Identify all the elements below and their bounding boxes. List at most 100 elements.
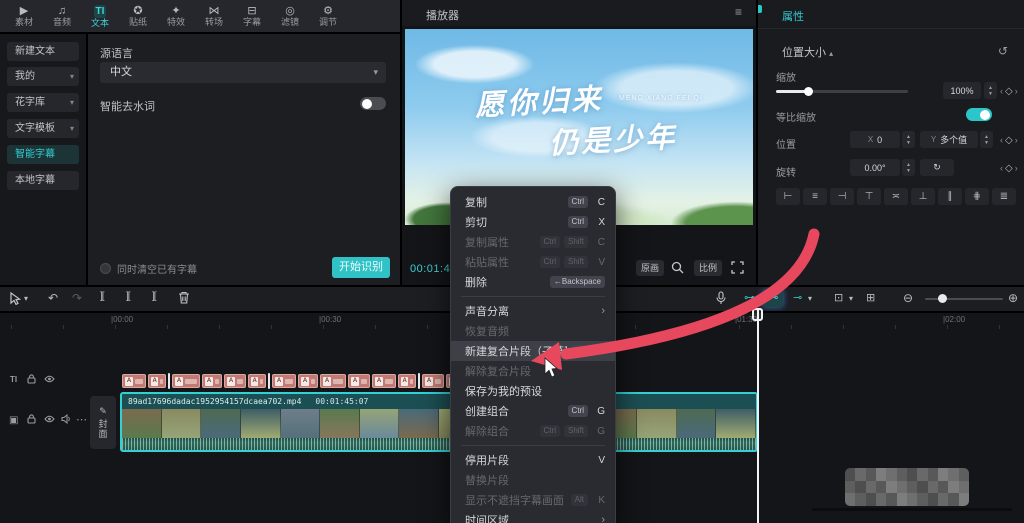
lock-icon[interactable] xyxy=(27,374,36,384)
align-center-v-icon[interactable]: ≍ xyxy=(884,188,908,205)
sidebar-item-local-captions[interactable]: 本地字幕 xyxy=(7,171,79,190)
redo-icon[interactable]: ↷ xyxy=(72,291,82,305)
tab-text[interactable]: TI 文本 xyxy=(82,1,118,31)
tab-effects[interactable]: ✦ 特效 xyxy=(158,1,194,31)
scale-keyframe[interactable]: ‹◇› xyxy=(1000,86,1020,97)
menu-item-audio-separation[interactable]: 声音分离 › xyxy=(451,301,615,321)
menu-item-save-preset[interactable]: 保存为我的预设 xyxy=(451,381,615,401)
position-y-stepper[interactable]: ▲ ▼ xyxy=(980,131,993,148)
lock-icon[interactable] xyxy=(27,414,36,424)
subtitle-clip[interactable]: A xyxy=(172,374,200,388)
sidebar-item-text-template[interactable]: 文字模板 ▾ xyxy=(7,119,79,138)
position-keyframe[interactable]: ‹◇› xyxy=(1000,135,1020,146)
smart-filter-toggle[interactable] xyxy=(360,97,386,110)
timeline-zoom-knob[interactable] xyxy=(938,294,947,303)
zoom-in-icon[interactable]: ⊕ xyxy=(1008,291,1018,305)
tab-properties[interactable]: 属性 xyxy=(782,8,804,24)
uniform-scale-toggle[interactable] xyxy=(966,108,992,121)
split-icon[interactable]: ][ xyxy=(100,291,104,302)
menu-item-time-range[interactable]: 时间区域 › xyxy=(451,510,615,523)
subtitle-clip[interactable]: A xyxy=(348,374,370,388)
scale-value[interactable]: 100% xyxy=(943,82,981,99)
cover-button[interactable]: ✎ 封面 xyxy=(90,396,116,449)
rotation-field[interactable]: 0.00° xyxy=(850,159,900,176)
subtitle-clip[interactable]: A xyxy=(422,374,444,388)
rotation-keyframe[interactable]: ‹◇› xyxy=(1000,163,1020,174)
fullscreen-icon[interactable] xyxy=(731,261,744,279)
sidebar-item-fancy-text[interactable]: 花字库 ▾ xyxy=(7,93,79,112)
reset-icon[interactable]: ↺ xyxy=(998,44,1008,58)
menu-item-copy[interactable]: 复制 Ctrl C xyxy=(451,192,615,212)
timeline-zoom-slider[interactable] xyxy=(925,298,1003,300)
quality-badge[interactable]: 原画 xyxy=(635,260,664,276)
position-x-stepper[interactable]: ▲ ▼ xyxy=(902,131,915,148)
section-position-size[interactable]: 位置大小 ▴ xyxy=(782,44,833,60)
scale-stepper[interactable]: ▲ ▼ xyxy=(984,82,997,99)
ratio-badge[interactable]: 比例 xyxy=(693,260,722,276)
scale-slider[interactable] xyxy=(776,87,908,96)
subtitle-clip[interactable]: A xyxy=(372,374,396,388)
distribute-h-icon[interactable]: ∥ xyxy=(938,188,962,205)
main-track-magnet-icon[interactable]: ⊶ xyxy=(744,291,755,304)
tab-audio[interactable]: ♫ 音频 xyxy=(44,1,80,31)
tab-transition[interactable]: ⋈ 转场 xyxy=(196,1,232,31)
subtitle-clip[interactable]: A xyxy=(272,374,296,388)
delete-icon[interactable] xyxy=(178,291,190,304)
select-tool-icon[interactable] xyxy=(10,292,21,305)
snapping-icon[interactable]: ⊞ xyxy=(866,291,875,304)
align-right-icon[interactable]: ⊣ xyxy=(830,188,854,205)
linkage-chevron-icon[interactable]: ▾ xyxy=(808,294,812,303)
align-left-icon[interactable]: ⊢ xyxy=(776,188,800,205)
split-right-icon[interactable]: ][ xyxy=(152,291,156,302)
tab-media[interactable]: ▶ 素材 xyxy=(6,1,42,31)
distribute-v-icon[interactable]: ⋕ xyxy=(965,188,989,205)
playhead-handle[interactable] xyxy=(752,308,763,321)
magnifier-icon[interactable] xyxy=(671,261,684,279)
menu-item-cut[interactable]: 剪切 Ctrl X xyxy=(451,212,615,232)
subtitle-clip[interactable]: A xyxy=(298,374,318,388)
subtitle-clip[interactable]: A xyxy=(224,374,246,388)
auto-snap-icon[interactable]: ⊷ xyxy=(763,290,783,307)
rotation-dial[interactable]: ↻ xyxy=(920,159,954,176)
subtitle-clip[interactable]: A xyxy=(122,374,146,388)
menu-item-disable-clip[interactable]: 停用片段 V xyxy=(451,450,615,470)
position-y-field[interactable]: Y 多个值 xyxy=(920,131,978,148)
start-recognition-button[interactable]: 开始识别 xyxy=(332,257,390,278)
menu-item-delete[interactable]: 删除 ←Backspace xyxy=(451,272,615,292)
distribute-rows-icon[interactable]: ≣ xyxy=(992,188,1016,205)
playhead[interactable] xyxy=(757,310,759,523)
preview-axis-chevron-icon[interactable]: ▾ xyxy=(849,294,853,303)
align-center-h-icon[interactable]: ≡ xyxy=(803,188,827,205)
clear-existing-checkbox[interactable] xyxy=(100,263,111,274)
split-left-icon[interactable]: ][ xyxy=(126,291,130,302)
subtitle-clip[interactable]: A xyxy=(148,374,166,388)
speaker-icon[interactable] xyxy=(61,414,71,424)
align-bottom-icon[interactable]: ⊥ xyxy=(911,188,935,205)
eye-icon[interactable] xyxy=(44,375,55,383)
eye-icon[interactable] xyxy=(44,415,55,423)
scale-slider-knob[interactable] xyxy=(804,87,813,96)
subtitle-clip[interactable]: A xyxy=(202,374,222,388)
linkage-icon[interactable]: ⊸ xyxy=(793,291,802,304)
subtitle-clip[interactable]: A xyxy=(248,374,266,388)
record-voice-icon[interactable] xyxy=(716,291,726,305)
align-top-icon[interactable]: ⊤ xyxy=(857,188,881,205)
more-icon[interactable]: ⋯ xyxy=(76,413,87,426)
language-select[interactable]: 中文 ▾ xyxy=(100,62,386,83)
subtitle-clip[interactable]: A xyxy=(398,374,416,388)
sidebar-item-new-text[interactable]: 新建文本 xyxy=(7,42,79,61)
tab-adjust[interactable]: ⚙ 调节 xyxy=(310,1,346,31)
rotation-stepper[interactable]: ▲ ▼ xyxy=(902,159,915,176)
menu-item-new-compound-clip[interactable]: 新建复合片段（子草稿）AltG xyxy=(451,341,615,361)
position-x-field[interactable]: X0 xyxy=(850,131,900,148)
menu-item-create-group[interactable]: 创建组合 Ctrl G xyxy=(451,401,615,421)
tab-sticker[interactable]: ✪ 贴纸 xyxy=(120,1,156,31)
tab-filters[interactable]: ◎ 滤镜 xyxy=(272,1,308,31)
sidebar-item-smart-captions[interactable]: 智能字幕 xyxy=(7,145,79,164)
video-clip[interactable]: 89ad17696dadac1952954157dcaea702.mp4 00:0… xyxy=(120,392,758,452)
undo-icon[interactable]: ↶ xyxy=(48,291,58,305)
player-menu-icon[interactable]: ≡ xyxy=(735,5,742,19)
zoom-out-icon[interactable]: ⊖ xyxy=(903,291,913,305)
select-tool-chevron-icon[interactable]: ▾ xyxy=(24,294,28,303)
subtitle-clip[interactable]: A xyxy=(320,374,346,388)
